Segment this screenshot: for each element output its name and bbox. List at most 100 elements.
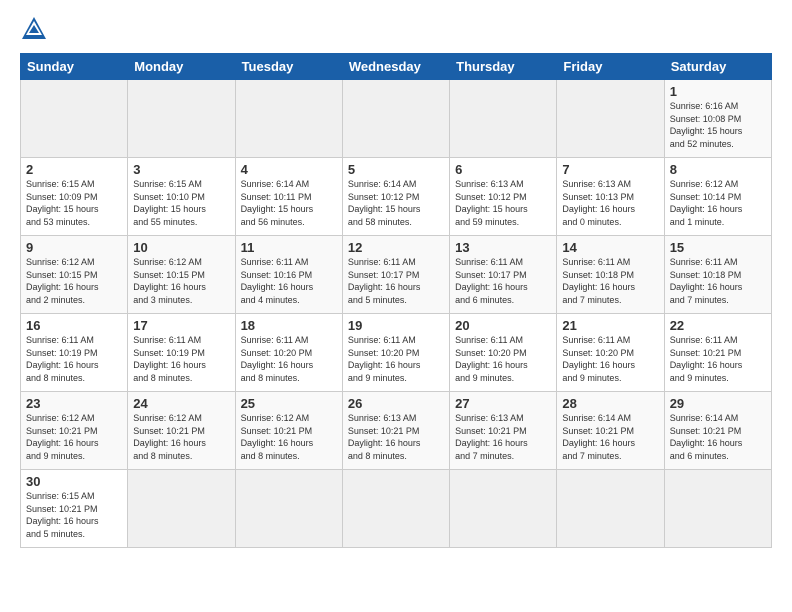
calendar-cell: 14Sunrise: 6:11 AM Sunset: 10:18 PM Dayl…	[557, 236, 664, 314]
header-cell-thursday: Thursday	[450, 54, 557, 80]
day-number: 4	[241, 162, 337, 177]
day-number: 14	[562, 240, 658, 255]
day-info: Sunrise: 6:12 AM Sunset: 10:21 PM Daylig…	[241, 412, 337, 462]
day-number: 5	[348, 162, 444, 177]
calendar-cell: 5Sunrise: 6:14 AM Sunset: 10:12 PM Dayli…	[342, 158, 449, 236]
day-info: Sunrise: 6:12 AM Sunset: 10:15 PM Daylig…	[26, 256, 122, 306]
day-info: Sunrise: 6:14 AM Sunset: 10:21 PM Daylig…	[670, 412, 766, 462]
day-number: 23	[26, 396, 122, 411]
calendar-cell	[342, 470, 449, 548]
calendar-cell: 30Sunrise: 6:15 AM Sunset: 10:21 PM Dayl…	[21, 470, 128, 548]
logo-icon	[20, 15, 48, 43]
calendar-cell: 27Sunrise: 6:13 AM Sunset: 10:21 PM Dayl…	[450, 392, 557, 470]
day-info: Sunrise: 6:11 AM Sunset: 10:20 PM Daylig…	[562, 334, 658, 384]
day-info: Sunrise: 6:11 AM Sunset: 10:20 PM Daylig…	[348, 334, 444, 384]
calendar-cell	[557, 80, 664, 158]
day-number: 27	[455, 396, 551, 411]
week-row-2: 2Sunrise: 6:15 AM Sunset: 10:09 PM Dayli…	[21, 158, 772, 236]
day-info: Sunrise: 6:13 AM Sunset: 10:12 PM Daylig…	[455, 178, 551, 228]
calendar-cell: 15Sunrise: 6:11 AM Sunset: 10:18 PM Dayl…	[664, 236, 771, 314]
calendar-cell: 23Sunrise: 6:12 AM Sunset: 10:21 PM Dayl…	[21, 392, 128, 470]
day-number: 15	[670, 240, 766, 255]
calendar-cell: 28Sunrise: 6:14 AM Sunset: 10:21 PM Dayl…	[557, 392, 664, 470]
week-row-4: 16Sunrise: 6:11 AM Sunset: 10:19 PM Dayl…	[21, 314, 772, 392]
calendar-cell	[235, 80, 342, 158]
calendar-cell: 10Sunrise: 6:12 AM Sunset: 10:15 PM Dayl…	[128, 236, 235, 314]
header-cell-monday: Monday	[128, 54, 235, 80]
day-info: Sunrise: 6:11 AM Sunset: 10:20 PM Daylig…	[455, 334, 551, 384]
calendar-cell: 4Sunrise: 6:14 AM Sunset: 10:11 PM Dayli…	[235, 158, 342, 236]
day-info: Sunrise: 6:11 AM Sunset: 10:17 PM Daylig…	[455, 256, 551, 306]
calendar-cell	[342, 80, 449, 158]
day-info: Sunrise: 6:12 AM Sunset: 10:14 PM Daylig…	[670, 178, 766, 228]
day-info: Sunrise: 6:12 AM Sunset: 10:21 PM Daylig…	[133, 412, 229, 462]
day-info: Sunrise: 6:11 AM Sunset: 10:21 PM Daylig…	[670, 334, 766, 384]
day-number: 3	[133, 162, 229, 177]
calendar-cell: 21Sunrise: 6:11 AM Sunset: 10:20 PM Dayl…	[557, 314, 664, 392]
day-info: Sunrise: 6:14 AM Sunset: 10:21 PM Daylig…	[562, 412, 658, 462]
day-number: 1	[670, 84, 766, 99]
calendar-cell: 3Sunrise: 6:15 AM Sunset: 10:10 PM Dayli…	[128, 158, 235, 236]
calendar-cell	[450, 80, 557, 158]
day-number: 16	[26, 318, 122, 333]
calendar-cell: 16Sunrise: 6:11 AM Sunset: 10:19 PM Dayl…	[21, 314, 128, 392]
calendar-cell: 8Sunrise: 6:12 AM Sunset: 10:14 PM Dayli…	[664, 158, 771, 236]
calendar-cell: 26Sunrise: 6:13 AM Sunset: 10:21 PM Dayl…	[342, 392, 449, 470]
day-info: Sunrise: 6:15 AM Sunset: 10:10 PM Daylig…	[133, 178, 229, 228]
day-info: Sunrise: 6:16 AM Sunset: 10:08 PM Daylig…	[670, 100, 766, 150]
calendar-cell: 12Sunrise: 6:11 AM Sunset: 10:17 PM Dayl…	[342, 236, 449, 314]
day-number: 11	[241, 240, 337, 255]
calendar-cell: 19Sunrise: 6:11 AM Sunset: 10:20 PM Dayl…	[342, 314, 449, 392]
calendar-cell	[235, 470, 342, 548]
day-number: 10	[133, 240, 229, 255]
header-cell-sunday: Sunday	[21, 54, 128, 80]
day-number: 18	[241, 318, 337, 333]
day-info: Sunrise: 6:11 AM Sunset: 10:19 PM Daylig…	[133, 334, 229, 384]
calendar-cell	[557, 470, 664, 548]
day-info: Sunrise: 6:15 AM Sunset: 10:09 PM Daylig…	[26, 178, 122, 228]
week-row-3: 9Sunrise: 6:12 AM Sunset: 10:15 PM Dayli…	[21, 236, 772, 314]
day-info: Sunrise: 6:11 AM Sunset: 10:18 PM Daylig…	[562, 256, 658, 306]
calendar-cell: 2Sunrise: 6:15 AM Sunset: 10:09 PM Dayli…	[21, 158, 128, 236]
day-number: 9	[26, 240, 122, 255]
day-number: 26	[348, 396, 444, 411]
day-info: Sunrise: 6:11 AM Sunset: 10:18 PM Daylig…	[670, 256, 766, 306]
day-info: Sunrise: 6:14 AM Sunset: 10:12 PM Daylig…	[348, 178, 444, 228]
day-info: Sunrise: 6:12 AM Sunset: 10:21 PM Daylig…	[26, 412, 122, 462]
week-row-1: 1Sunrise: 6:16 AM Sunset: 10:08 PM Dayli…	[21, 80, 772, 158]
day-info: Sunrise: 6:15 AM Sunset: 10:21 PM Daylig…	[26, 490, 122, 540]
calendar-cell	[128, 470, 235, 548]
day-number: 6	[455, 162, 551, 177]
day-info: Sunrise: 6:12 AM Sunset: 10:15 PM Daylig…	[133, 256, 229, 306]
week-row-5: 23Sunrise: 6:12 AM Sunset: 10:21 PM Dayl…	[21, 392, 772, 470]
day-number: 13	[455, 240, 551, 255]
day-number: 25	[241, 396, 337, 411]
day-number: 30	[26, 474, 122, 489]
week-row-6: 30Sunrise: 6:15 AM Sunset: 10:21 PM Dayl…	[21, 470, 772, 548]
calendar-cell	[128, 80, 235, 158]
logo	[20, 15, 52, 43]
calendar-cell: 11Sunrise: 6:11 AM Sunset: 10:16 PM Dayl…	[235, 236, 342, 314]
calendar-cell: 20Sunrise: 6:11 AM Sunset: 10:20 PM Dayl…	[450, 314, 557, 392]
calendar-cell: 24Sunrise: 6:12 AM Sunset: 10:21 PM Dayl…	[128, 392, 235, 470]
day-number: 2	[26, 162, 122, 177]
calendar-table: SundayMondayTuesdayWednesdayThursdayFrid…	[20, 53, 772, 548]
header-cell-tuesday: Tuesday	[235, 54, 342, 80]
day-info: Sunrise: 6:14 AM Sunset: 10:11 PM Daylig…	[241, 178, 337, 228]
calendar-cell	[450, 470, 557, 548]
header	[20, 15, 772, 43]
calendar-cell: 29Sunrise: 6:14 AM Sunset: 10:21 PM Dayl…	[664, 392, 771, 470]
day-info: Sunrise: 6:11 AM Sunset: 10:19 PM Daylig…	[26, 334, 122, 384]
calendar-cell: 13Sunrise: 6:11 AM Sunset: 10:17 PM Dayl…	[450, 236, 557, 314]
day-info: Sunrise: 6:11 AM Sunset: 10:16 PM Daylig…	[241, 256, 337, 306]
day-number: 7	[562, 162, 658, 177]
day-number: 17	[133, 318, 229, 333]
calendar-cell: 22Sunrise: 6:11 AM Sunset: 10:21 PM Dayl…	[664, 314, 771, 392]
day-number: 8	[670, 162, 766, 177]
day-info: Sunrise: 6:13 AM Sunset: 10:21 PM Daylig…	[455, 412, 551, 462]
day-number: 24	[133, 396, 229, 411]
day-number: 12	[348, 240, 444, 255]
calendar-cell: 1Sunrise: 6:16 AM Sunset: 10:08 PM Dayli…	[664, 80, 771, 158]
day-number: 20	[455, 318, 551, 333]
calendar-cell: 18Sunrise: 6:11 AM Sunset: 10:20 PM Dayl…	[235, 314, 342, 392]
